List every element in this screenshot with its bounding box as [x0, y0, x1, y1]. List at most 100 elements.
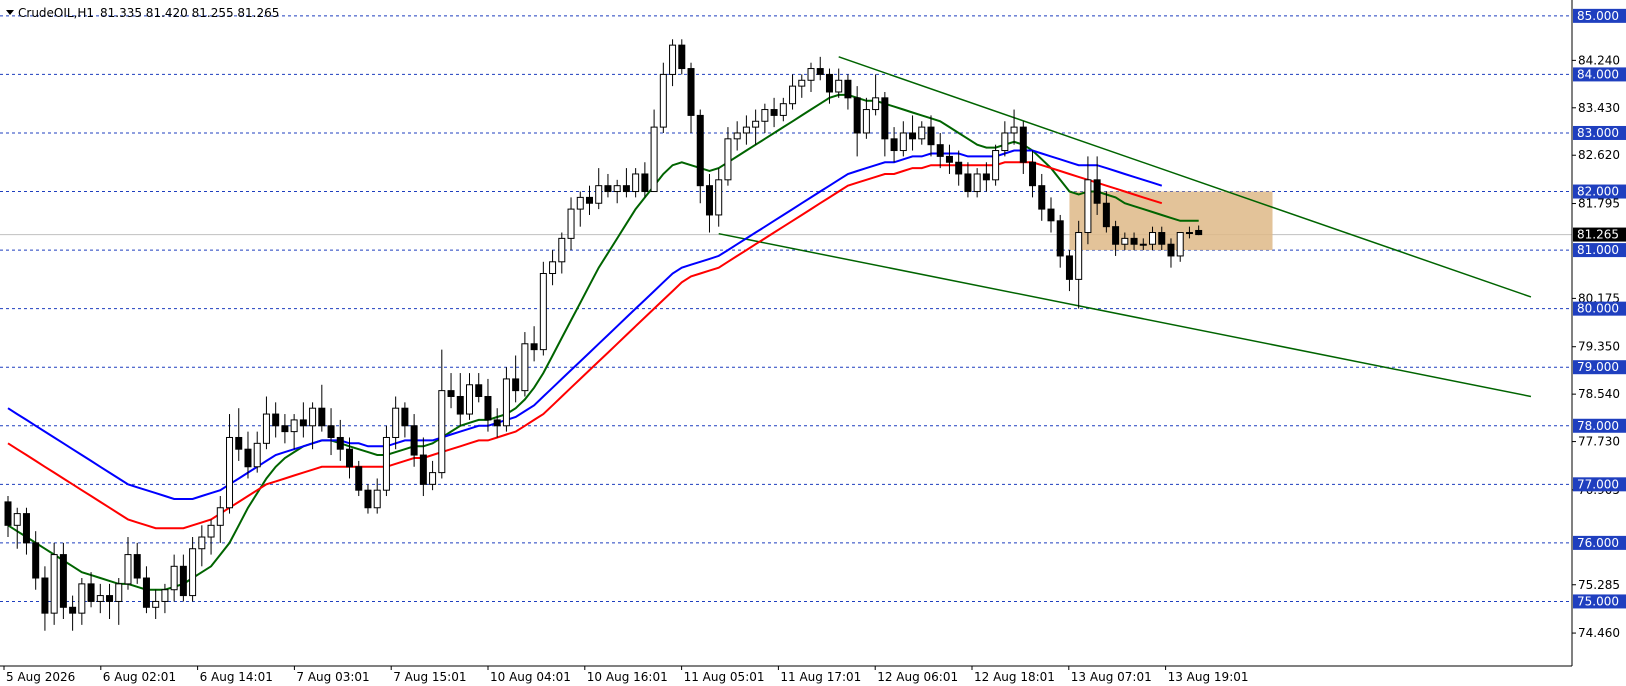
level-label: 85.000 [1573, 8, 1626, 23]
level-label: 84.000 [1573, 67, 1626, 82]
candle-body [853, 97, 861, 134]
candle-body [576, 196, 584, 210]
candle-body [382, 436, 390, 491]
candle-body [244, 448, 252, 468]
candle-body [724, 138, 732, 181]
candle-body [825, 73, 833, 93]
candle-body [973, 173, 981, 193]
candle-body [872, 97, 880, 111]
candle-body [327, 425, 335, 438]
candle-body [641, 173, 649, 193]
time-tick-label: 13 Aug 07:01 [1071, 670, 1152, 684]
candle-body [364, 489, 372, 509]
price-tick-label: 84.240 [1578, 53, 1620, 67]
candle-body [466, 384, 473, 415]
price-tick-label: 83.430 [1578, 101, 1620, 115]
level-label: 81.000 [1573, 243, 1626, 258]
candle-body [567, 208, 575, 239]
candle-body [447, 390, 455, 397]
candle-body [309, 407, 317, 427]
candle-body [13, 513, 21, 526]
candle-body [1139, 243, 1147, 246]
candle-body [530, 343, 538, 351]
candle-body [742, 126, 750, 134]
candle-body [890, 138, 898, 152]
candle-body [1029, 161, 1037, 187]
candle-body [115, 583, 123, 602]
price-tick-label: 79.350 [1578, 340, 1620, 354]
candle-body [1176, 232, 1184, 257]
candle-body [752, 120, 760, 128]
candle-body [1149, 232, 1157, 245]
current-price-text: 81.265 [1577, 228, 1619, 242]
candle-body [945, 155, 953, 163]
candle-body [687, 68, 695, 116]
candle-body [964, 173, 972, 193]
candle [992, 144, 1000, 186]
candle-body [862, 109, 870, 134]
time-tick-label: 13 Aug 19:01 [1168, 670, 1249, 684]
candle-body [613, 185, 621, 193]
time-tick-label: 12 Aug 06:01 [877, 670, 958, 684]
ohlc-values: 81.335 81.420 81.255 81.265 [100, 6, 279, 20]
candle-body [281, 425, 289, 433]
price-tick-label: 82.620 [1578, 148, 1620, 162]
candle-body [807, 68, 815, 81]
candle-body [982, 173, 990, 181]
candle-body [318, 407, 326, 427]
current-price-label: 81.265 [1573, 227, 1626, 242]
candle-body [1047, 208, 1055, 222]
level-label: 75.000 [1573, 594, 1626, 609]
candle-body [779, 103, 787, 116]
time-tick-label: 7 Aug 15:01 [393, 670, 466, 684]
candle-body [1065, 255, 1073, 280]
candle-body [373, 489, 381, 509]
candle-body [429, 472, 437, 485]
candle-body [226, 436, 234, 509]
price-tick-label: 74.460 [1578, 626, 1620, 640]
candle-body [585, 196, 593, 204]
candle-body [798, 79, 806, 87]
time-tick-label: 11 Aug 17:01 [780, 670, 861, 684]
candle-body [392, 407, 400, 438]
candle-body [355, 466, 363, 491]
price-tick-label: 75.285 [1578, 578, 1620, 592]
time-tick-label: 7 Aug 03:01 [296, 670, 369, 684]
level-label-text: 83.000 [1577, 126, 1619, 140]
candle-body [96, 595, 104, 602]
candle-body [179, 565, 187, 597]
candle-body [909, 132, 917, 140]
candle-body [918, 126, 926, 140]
candle-body [336, 436, 344, 450]
candle-body [705, 185, 713, 216]
candle-body [1185, 232, 1193, 235]
candle-body [512, 378, 520, 392]
candle-body [770, 109, 778, 116]
candle-body [50, 554, 58, 614]
candle-body [844, 79, 852, 99]
candle-body [1038, 185, 1046, 210]
candle-body [1093, 179, 1101, 204]
candle-body [32, 542, 40, 579]
candle-body [290, 419, 298, 433]
candle-body [761, 109, 769, 122]
candle-body [558, 237, 566, 263]
level-label-text: 76.000 [1577, 536, 1619, 550]
time-tick-label: 6 Aug 02:01 [103, 670, 176, 684]
candle-body [69, 606, 77, 614]
candle-body [235, 436, 243, 450]
candle-body [521, 343, 529, 392]
candle-body [4, 501, 12, 526]
candle-body [622, 185, 630, 193]
candle-body [207, 524, 215, 538]
price-tick-label: 77.730 [1578, 435, 1620, 449]
price-chart[interactable]: 84.24083.43082.62081.79580.17579.35078.5… [0, 0, 1626, 686]
candle [59, 542, 67, 620]
time-tick-label: 12 Aug 18:01 [974, 670, 1055, 684]
candle-body [438, 390, 446, 474]
level-label: 82.000 [1573, 184, 1626, 199]
candle-body [1010, 126, 1018, 134]
time-tick-label: 5 Aug 2026 [6, 670, 75, 684]
candle-body [401, 407, 409, 427]
level-label-text: 79.000 [1577, 360, 1619, 374]
